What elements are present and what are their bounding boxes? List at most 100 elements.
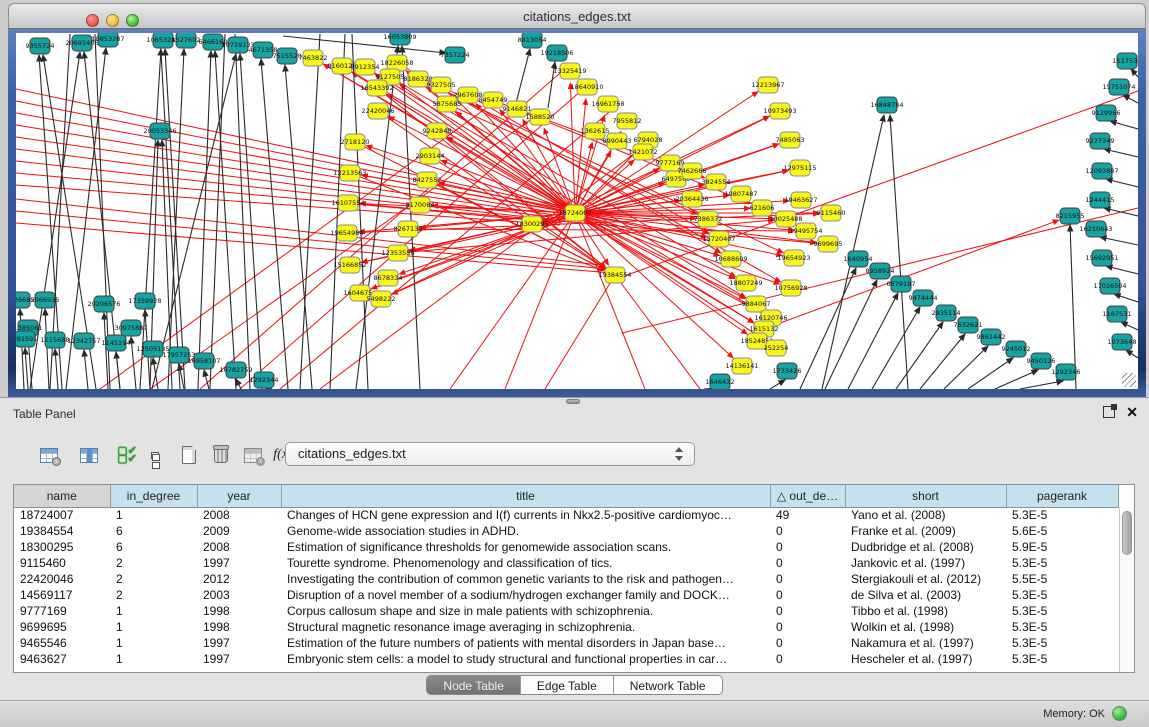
tab-network-table[interactable]: Network Table bbox=[614, 676, 722, 695]
table-row[interactable]: 946554611997Estimation of the future num… bbox=[14, 635, 1118, 651]
table-cell[interactable]: 49 bbox=[770, 507, 845, 523]
graph-node-16848784[interactable]: 16848784 bbox=[870, 97, 903, 113]
table-cell[interactable]: 18724007 bbox=[14, 507, 110, 523]
graph-node-30975887[interactable]: 30975887 bbox=[114, 320, 147, 336]
column-header-short[interactable]: short bbox=[845, 485, 1006, 507]
window-titlebar[interactable]: citations_edges.txt bbox=[8, 3, 1146, 29]
graph-node-1421072[interactable]: 1421072 bbox=[629, 144, 658, 160]
column-header-year[interactable]: year bbox=[197, 485, 281, 507]
graph-node-15166852[interactable]: 15166852 bbox=[333, 257, 366, 273]
table-cell[interactable]: 0 bbox=[770, 619, 845, 635]
graph-node-9355724[interactable]: 9355724 bbox=[26, 38, 55, 54]
table-row[interactable]: 977716911998Corpus callosum shape and si… bbox=[14, 603, 1118, 619]
table-cell[interactable]: 2008 bbox=[197, 507, 281, 523]
graph-node-1292344[interactable]: 1292344 bbox=[250, 372, 279, 388]
graph-node-391591[interactable]: 391591 bbox=[16, 331, 37, 347]
graph-node-1167531[interactable]: 1167531 bbox=[1103, 306, 1132, 322]
table-cell[interactable]: 5.3E-5 bbox=[1006, 587, 1118, 603]
network-graph[interactable]: 1872400718300295193845547463822916012889… bbox=[16, 33, 1138, 389]
graph-node-2903144[interactable]: 2903144 bbox=[416, 148, 445, 164]
table-cell[interactable]: 2012 bbox=[197, 571, 281, 587]
table-cell[interactable]: 0 bbox=[770, 603, 845, 619]
graph-node-13325419[interactable]: 13325419 bbox=[553, 63, 586, 79]
table-cell[interactable]: 0 bbox=[770, 587, 845, 603]
table-mode-button[interactable] bbox=[34, 440, 64, 470]
graph-node-16782759[interactable]: 16782759 bbox=[219, 362, 252, 378]
tab-edge-table[interactable]: Edge Table bbox=[521, 676, 614, 695]
table-cell[interactable]: Genome-wide association studies in ADHD. bbox=[281, 523, 770, 539]
graph-node-16961758[interactable]: 16961758 bbox=[591, 96, 624, 112]
graph-node-10688609[interactable]: 10688609 bbox=[714, 251, 747, 267]
table-row[interactable]: 1830029562008Estimation of significance … bbox=[14, 539, 1118, 555]
table-cell[interactable]: 6 bbox=[110, 539, 197, 555]
table-cell[interactable]: Disruption of a novel member of a sodium… bbox=[281, 587, 770, 603]
show-columns-button[interactable] bbox=[74, 440, 104, 470]
graph-node-5498222[interactable]: 5498222 bbox=[367, 291, 396, 307]
table-row[interactable]: 2242004622012Investigating the contribut… bbox=[14, 571, 1118, 587]
splitter-handle[interactable] bbox=[566, 399, 580, 404]
graph-node-15692951[interactable]: 15692951 bbox=[1085, 250, 1118, 266]
table-cell[interactable]: Franke et al. (2009) bbox=[845, 523, 1006, 539]
graph-node-1292346[interactable]: 1292346 bbox=[1052, 364, 1081, 380]
table-cell[interactable]: Investigating the contribution of common… bbox=[281, 571, 770, 587]
table-cell[interactable]: 18300295 bbox=[14, 539, 110, 555]
graph-node-9474444[interactable]: 9474444 bbox=[909, 290, 938, 306]
table-cell[interactable]: 1 bbox=[110, 635, 197, 651]
graph-node-1646432[interactable]: 1646432 bbox=[706, 374, 735, 389]
network-table-dropdown[interactable]: citations_edges.txt bbox=[285, 442, 695, 466]
delete-table-button[interactable]: x bbox=[238, 440, 268, 470]
table-cell[interactable]: Structural magnetic resonance image aver… bbox=[281, 619, 770, 635]
table-cell[interactable]: 6 bbox=[110, 523, 197, 539]
table-cell[interactable]: Embryonic stem cells: a model to study s… bbox=[281, 651, 770, 667]
graph-node-16053809[interactable]: 16053809 bbox=[383, 33, 416, 45]
graph-node-8678334[interactable]: 8678334 bbox=[374, 270, 403, 286]
table-cell[interactable]: 5.3E-5 bbox=[1006, 603, 1118, 619]
graph-node-17359928[interactable]: 17359928 bbox=[128, 293, 161, 309]
row-height-button[interactable] bbox=[140, 440, 170, 470]
table-cell[interactable]: 1998 bbox=[197, 603, 281, 619]
graph-node-16210643[interactable]: 16210643 bbox=[1079, 221, 1112, 237]
table-cell[interactable]: Wolkin et al. (1998) bbox=[845, 619, 1006, 635]
graph-node-8958924[interactable]: 8958924 bbox=[866, 263, 895, 279]
graph-node-14136141[interactable]: 14136141 bbox=[725, 358, 758, 374]
graph-node-12975115[interactable]: 12975115 bbox=[783, 160, 816, 176]
table-cell[interactable]: 5.3E-5 bbox=[1006, 635, 1118, 651]
table-cell[interactable]: 2 bbox=[110, 555, 197, 571]
graph-node-7515520[interactable]: 7515520 bbox=[273, 48, 302, 64]
table-cell[interactable]: 9465546 bbox=[14, 635, 110, 651]
table-cell[interactable]: Tibbo et al. (1998) bbox=[845, 603, 1006, 619]
network-canvas[interactable]: 1872400718300295193845547463822916012889… bbox=[16, 33, 1138, 389]
table-cell[interactable]: 9699695 bbox=[14, 619, 110, 635]
table-cell[interactable]: 1 bbox=[110, 651, 197, 667]
select-columns-button[interactable]: ▢✔▢✔ bbox=[112, 440, 142, 470]
graph-node-252254[interactable]: 252254 bbox=[764, 340, 789, 356]
graph-node-8267130[interactable]: 8267130 bbox=[394, 221, 423, 237]
graph-node-10756928[interactable]: 10756928 bbox=[774, 280, 807, 296]
table-row[interactable]: 969969511998Structural magnetic resonanc… bbox=[14, 619, 1118, 635]
table-row[interactable]: 1938455462009Genome-wide association stu… bbox=[14, 523, 1118, 539]
graph-node-9699695[interactable]: 9699695 bbox=[814, 236, 843, 252]
graph-node-12093887[interactable]: 12093887 bbox=[1085, 163, 1118, 179]
table-cell[interactable]: 0 bbox=[770, 523, 845, 539]
graph-node-9115460[interactable]: 9115460 bbox=[817, 205, 846, 221]
table-cell[interactable]: 2003 bbox=[197, 587, 281, 603]
graph-node-8813054[interactable]: 8813054 bbox=[518, 33, 547, 48]
column-header-title[interactable]: title bbox=[281, 485, 770, 507]
scrollbar-thumb[interactable] bbox=[1122, 511, 1132, 555]
graph-node-2066935[interactable]: 2066935 bbox=[31, 292, 60, 308]
graph-node-19218506[interactable]: 19218506 bbox=[540, 45, 573, 61]
graph-node-20206576[interactable]: 20206576 bbox=[87, 296, 120, 312]
graph-node-9227349[interactable]: 9227349 bbox=[1086, 133, 1115, 149]
table-cell[interactable]: 2009 bbox=[197, 523, 281, 539]
column-header-pagerank[interactable]: pagerank bbox=[1006, 485, 1118, 507]
graph-node-5875685[interactable]: 5875685 bbox=[433, 96, 462, 112]
table-cell[interactable]: 5.6E-5 bbox=[1006, 523, 1118, 539]
graph-node-18640910[interactable]: 18640910 bbox=[570, 79, 603, 95]
table-cell[interactable]: 0 bbox=[770, 571, 845, 587]
table-row[interactable]: 1456911722003Disruption of a novel membe… bbox=[14, 587, 1118, 603]
table-cell[interactable]: 14569117 bbox=[14, 587, 110, 603]
graph-node-7386372[interactable]: 7386372 bbox=[694, 211, 723, 227]
graph-node-9861442[interactable]: 9861442 bbox=[977, 329, 1006, 345]
table-cell[interactable]: 2 bbox=[110, 587, 197, 603]
table-cell[interactable]: 1 bbox=[110, 603, 197, 619]
